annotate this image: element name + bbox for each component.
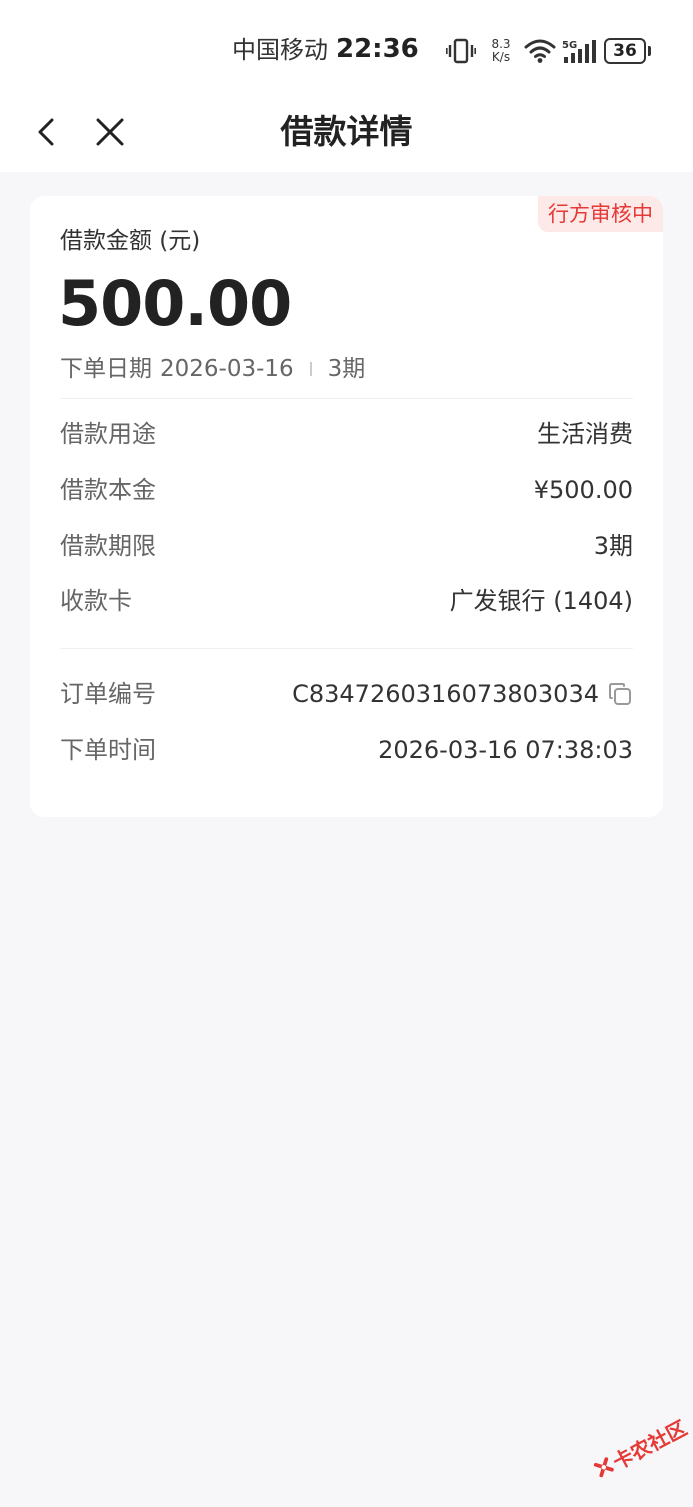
amount-label: 借款金额 (元) [60, 228, 201, 254]
periods-summary: 3期 [327, 356, 366, 382]
order-date: 2026-03-16 [160, 356, 294, 382]
status-bar: 中国移动 22:36 8.3 K/s 5G 36 [0, 0, 693, 92]
amount-value: 500.00 [58, 267, 292, 340]
detail-label: 借款用途 [60, 420, 156, 448]
network-speed: 8.3 K/s [488, 38, 514, 64]
clock-time: 22:36 [336, 34, 419, 64]
nav-bar: 借款详情 [0, 92, 693, 172]
detail-row-receiving-card: 收款卡 广发银行 (1404) [60, 581, 633, 621]
order-number: C834726031607380​3034 [292, 680, 599, 708]
copy-icon[interactable] [607, 681, 633, 707]
detail-row-purpose: 借款用途 生活消费 [60, 414, 633, 454]
divider [60, 648, 633, 649]
order-date-label: 下单日期 [60, 356, 152, 382]
battery-level: 36 [613, 41, 637, 61]
detail-value: 广发银行 (1404) [449, 587, 633, 615]
watermark: 卡农社区 [577, 1389, 693, 1507]
order-summary: 下单日期 2026-03-16 3期 [60, 352, 365, 386]
detail-value: ¥500.00 [533, 476, 633, 504]
detail-label: 收款卡 [60, 587, 132, 615]
carrier-label: 中国移动 [232, 36, 328, 64]
vibrate-icon [446, 38, 476, 64]
detail-label: 订单编号 [60, 680, 156, 708]
detail-value: 生活消费 [537, 420, 633, 448]
detail-label: 下单时间 [60, 736, 156, 764]
detail-row-order-number: 订单编号 C834726031607380​3034 [60, 674, 633, 714]
detail-value: 2026-03-16 07:38:03 [378, 736, 633, 764]
network-speed-unit: K/s [491, 50, 511, 64]
wifi-icon [524, 39, 556, 63]
battery-icon: 36 [604, 38, 651, 64]
detail-value: 3期 [593, 532, 633, 560]
divider [60, 398, 633, 399]
status-badge: 行方审核中 [538, 196, 663, 232]
detail-row-term: 借款期限 3期 [60, 526, 633, 566]
signal-5g-icon: 5G [562, 40, 596, 63]
order-number-value: C834726031607380​3034 [292, 674, 633, 714]
detail-label: 借款期限 [60, 532, 156, 560]
detail-row-order-time: 下单时间 2026-03-16 07:38:03 [60, 730, 633, 770]
detail-row-principal: 借款本金 ¥500.00 [60, 470, 633, 510]
summary-separator [309, 362, 312, 376]
loan-detail-card: 行方审核中 借款金额 (元) 500.00 下单日期 2026-03-16 3期… [30, 196, 663, 817]
page-title: 借款详情 [280, 112, 413, 151]
watermark-text: 卡农社区 [608, 1415, 691, 1475]
status-icons: 8.3 K/s 5G 36 [446, 34, 651, 68]
detail-label: 借款本金 [60, 476, 156, 504]
svg-text:5G: 5G [562, 40, 577, 51]
